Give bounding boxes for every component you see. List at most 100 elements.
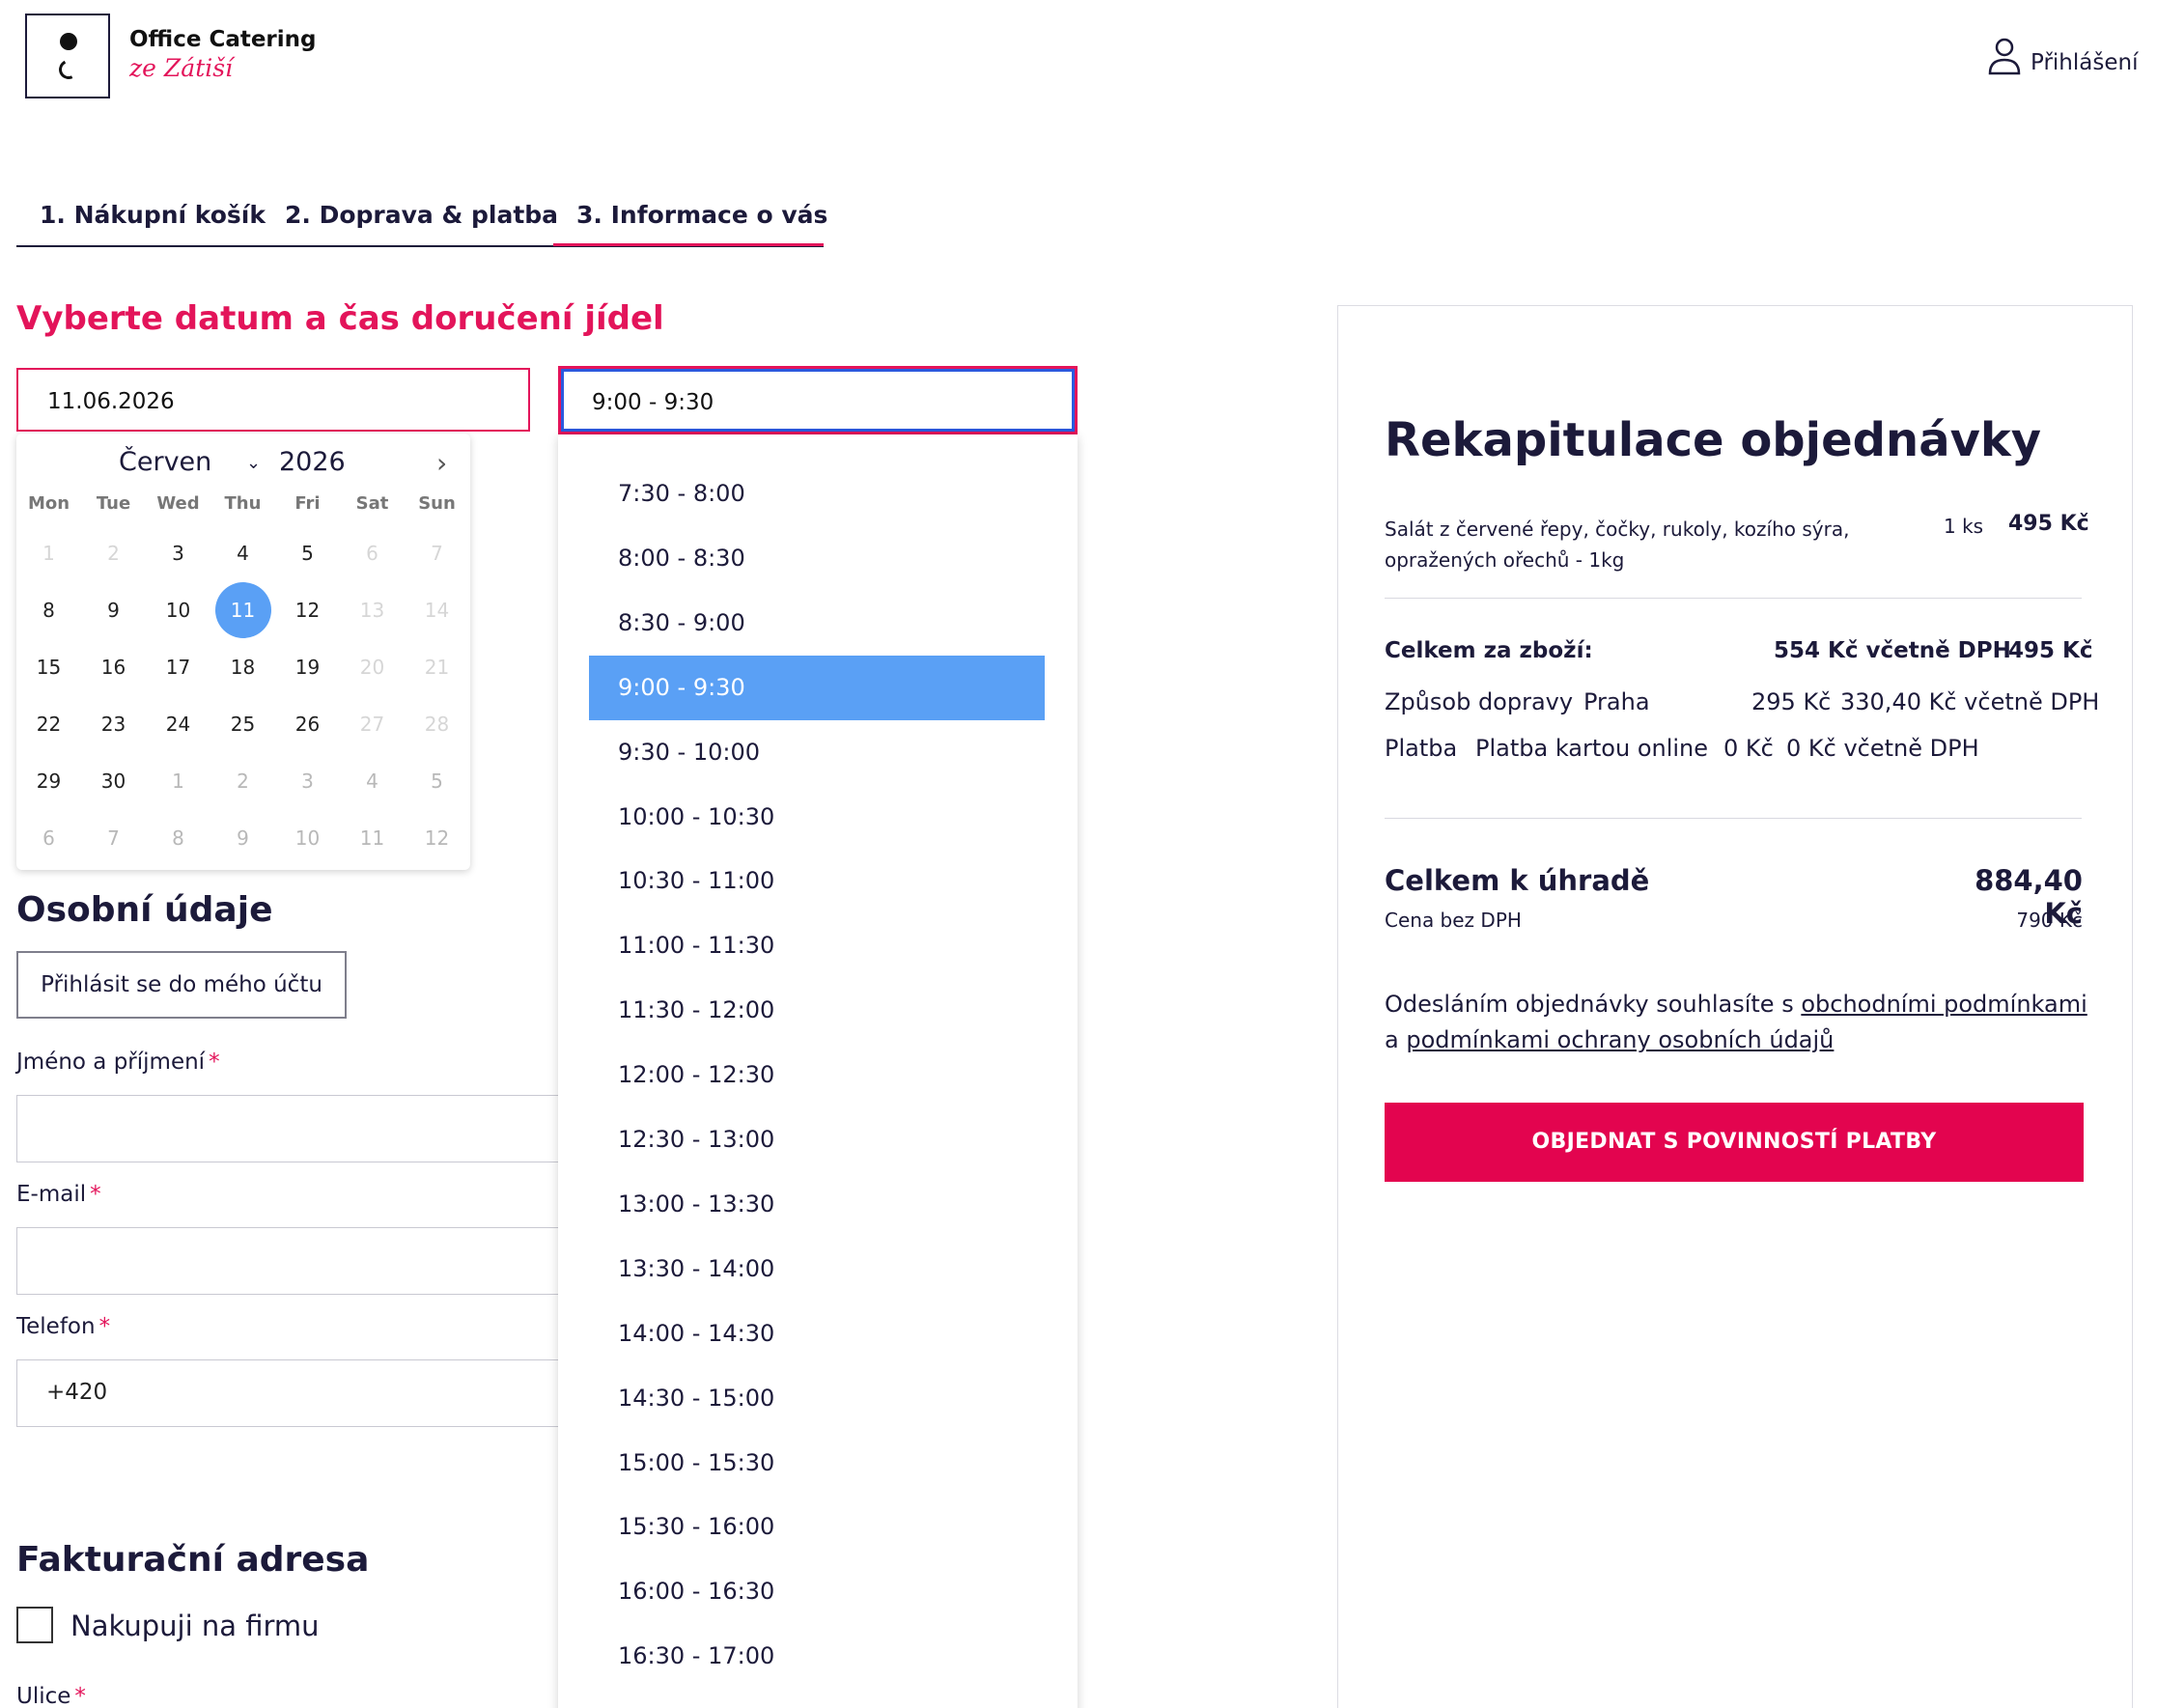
privacy-link[interactable]: podmínkami ochrany osobních údajů xyxy=(1406,1026,1834,1053)
calendar-day[interactable]: 5 xyxy=(405,753,469,810)
calendar-day[interactable]: 15 xyxy=(16,639,81,696)
calendar-day[interactable]: 17 xyxy=(146,639,210,696)
summary-item-name: Salát z červené řepy, čočky, rukoly, koz… xyxy=(1385,518,1850,572)
name-field[interactable] xyxy=(16,1095,567,1162)
calendar-day[interactable]: 21 xyxy=(405,639,469,696)
summary-item-qty: 1 ks xyxy=(1944,515,1984,538)
calendar-day[interactable]: 23 xyxy=(81,696,146,753)
terms-and: a xyxy=(1385,1026,1399,1053)
order-button[interactable]: OBJEDNAT S POVINNOSTÍ PLATBY xyxy=(1385,1103,2084,1182)
time-option[interactable]: 14:00 - 14:30 xyxy=(589,1302,1045,1366)
step-info[interactable]: 3. Informace o vás xyxy=(576,201,827,229)
time-option[interactable]: 15:00 - 15:30 xyxy=(589,1431,1045,1496)
time-option[interactable]: 14:30 - 15:00 xyxy=(589,1366,1045,1431)
calendar-day[interactable]: 7 xyxy=(81,810,146,867)
email-field[interactable] xyxy=(16,1227,567,1295)
grand-total-label: Celkem k úhradě xyxy=(1385,864,1650,897)
calendar-day[interactable]: 25 xyxy=(210,696,275,753)
brand-subtitle: ze Zátiší xyxy=(129,54,234,82)
calendar-day[interactable]: 4 xyxy=(210,525,275,582)
calendar-day[interactable]: 1 xyxy=(146,753,210,810)
calendar-day[interactable]: 22 xyxy=(16,696,81,753)
calendar-day[interactable]: 19 xyxy=(275,639,340,696)
calendar-day[interactable]: 29 xyxy=(16,753,81,810)
calendar-day[interactable]: 9 xyxy=(81,582,146,639)
time-option[interactable]: 12:30 - 13:00 xyxy=(589,1107,1045,1172)
divider xyxy=(1385,818,2082,819)
company-checkbox-label[interactable]: Nakupuji na firmu xyxy=(70,1610,320,1642)
time-option[interactable]: 10:30 - 11:00 xyxy=(589,849,1045,913)
calendar-day[interactable]: 11 xyxy=(340,810,405,867)
login-link[interactable]: Přihlášení xyxy=(2031,50,2138,75)
terms-text: Odesláním objednávky souhlasíte s obchod… xyxy=(1385,987,2099,1058)
shipping-label: Způsob dopravy xyxy=(1385,688,1574,715)
summary-item-price: 495 Kč xyxy=(2008,512,2089,536)
email-label: E-mail * xyxy=(16,1182,101,1207)
calendar-day[interactable]: 20 xyxy=(340,639,405,696)
time-option[interactable]: 11:00 - 11:30 xyxy=(589,913,1045,978)
calendar-day[interactable]: 14 xyxy=(405,582,469,639)
no-vat-value: 790 Kč xyxy=(2016,909,2083,932)
step-cart[interactable]: 1. Nákupní košík xyxy=(40,201,266,229)
calendar-day[interactable]: 26 xyxy=(275,696,340,753)
calendar-day[interactable]: 5 xyxy=(275,525,340,582)
calendar-day[interactable]: 7 xyxy=(405,525,469,582)
calendar-day[interactable]: 9 xyxy=(210,810,275,867)
calendar-day[interactable]: 3 xyxy=(146,525,210,582)
time-option[interactable]: 16:30 - 17:00 xyxy=(589,1624,1045,1689)
time-option[interactable]: 12:00 - 12:30 xyxy=(589,1043,1045,1107)
user-icon[interactable] xyxy=(1987,37,2022,75)
active-step-indicator xyxy=(553,243,824,246)
time-option[interactable]: 8:00 - 8:30 xyxy=(589,526,1045,591)
time-option[interactable]: 10:00 - 10:30 xyxy=(589,785,1045,850)
company-checkbox[interactable] xyxy=(16,1607,53,1643)
date-input[interactable]: 11.06.2026 xyxy=(16,368,530,432)
shipping-method: Praha xyxy=(1583,688,1650,715)
calendar-day[interactable]: 30 xyxy=(81,753,146,810)
calendar-day[interactable]: 2 xyxy=(81,525,146,582)
calendar-day[interactable]: 18 xyxy=(210,639,275,696)
chevron-down-icon[interactable]: ⌄ xyxy=(246,453,261,473)
weekday-label: Mon xyxy=(27,493,70,514)
calendar-day-selected[interactable]: 11 xyxy=(210,582,275,639)
terms-link[interactable]: obchodními podmínkami xyxy=(1801,991,2087,1018)
weekday-label: Sat xyxy=(355,493,389,514)
weekday-label: Tue xyxy=(96,493,131,514)
calendar-day[interactable]: 13 xyxy=(340,582,405,639)
calendar-day[interactable]: 27 xyxy=(340,696,405,753)
calendar-day[interactable]: 10 xyxy=(146,582,210,639)
time-option[interactable]: 11:30 - 12:00 xyxy=(589,978,1045,1043)
calendar-day[interactable]: 4 xyxy=(340,753,405,810)
time-option[interactable]: 13:00 - 13:30 xyxy=(589,1172,1045,1237)
calendar-day[interactable]: 8 xyxy=(16,582,81,639)
calendar-day[interactable]: 12 xyxy=(275,582,340,639)
calendar-day[interactable]: 3 xyxy=(275,753,340,810)
calendar-day[interactable]: 8 xyxy=(146,810,210,867)
time-option[interactable]: 13:30 - 14:00 xyxy=(589,1237,1045,1302)
calendar-month-select[interactable]: Červen xyxy=(119,447,211,477)
calendar-day[interactable]: 16 xyxy=(81,639,146,696)
calendar-day[interactable]: 1 xyxy=(16,525,81,582)
calendar-day[interactable]: 2 xyxy=(210,753,275,810)
time-option[interactable]: 15:30 - 16:00 xyxy=(589,1495,1045,1559)
time-option[interactable]: 9:30 - 10:00 xyxy=(589,720,1045,785)
chevron-right-icon[interactable]: › xyxy=(436,447,447,479)
calendar-day[interactable]: 12 xyxy=(405,810,469,867)
step-shipping[interactable]: 2. Doprava & platba xyxy=(285,201,558,229)
calendar-day[interactable]: 24 xyxy=(146,696,210,753)
payment-label: Platba xyxy=(1385,735,1458,762)
time-option[interactable]: 16:00 - 16:30 xyxy=(589,1559,1045,1624)
phone-field[interactable]: +420 xyxy=(16,1359,567,1427)
logo-box[interactable] xyxy=(25,14,110,98)
time-select[interactable]: 9:00 - 9:30 xyxy=(558,366,1078,434)
calendar-day[interactable]: 28 xyxy=(405,696,469,753)
account-login-button[interactable]: Přihlásit se do mého účtu xyxy=(16,951,347,1019)
time-option-selected[interactable]: 9:00 - 9:30 xyxy=(589,655,1045,720)
calendar-year[interactable]: 2026 xyxy=(279,447,346,477)
time-dropdown: 7:30 - 8:00 8:00 - 8:30 8:30 - 9:00 9:00 - … xyxy=(558,434,1078,1708)
calendar-day[interactable]: 6 xyxy=(340,525,405,582)
calendar-day[interactable]: 10 xyxy=(275,810,340,867)
time-option[interactable]: 7:30 - 8:00 xyxy=(589,462,1045,526)
time-option[interactable]: 8:30 - 9:00 xyxy=(589,591,1045,656)
calendar-day[interactable]: 6 xyxy=(16,810,81,867)
